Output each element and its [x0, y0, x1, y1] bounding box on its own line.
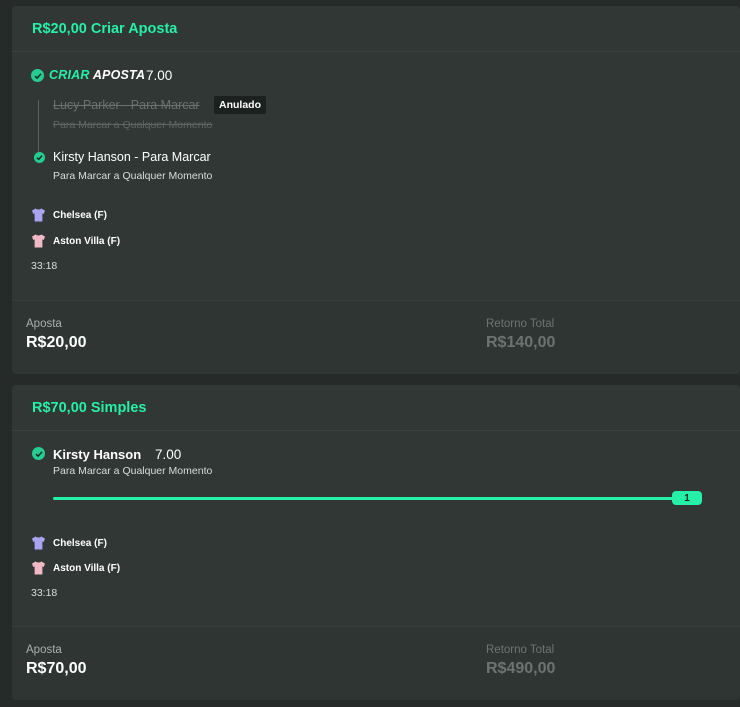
scoring-progress-count: 1: [672, 491, 702, 505]
scoring-progress-bar: [53, 497, 673, 500]
home-team-name: Chelsea (F): [53, 209, 107, 221]
stake-label: Aposta: [26, 318, 62, 330]
bet-card-title: R$20,00 Criar Aposta: [32, 20, 178, 37]
home-team: Chelsea (F): [31, 536, 107, 550]
check-circle-icon: [31, 69, 44, 82]
selection-odds: 7.00: [155, 447, 182, 462]
stake-label: Aposta: [26, 644, 62, 656]
check-circle-icon: [34, 152, 45, 163]
home-team: Chelsea (F): [31, 208, 107, 222]
selection-market: Para Marcar a Qualquer Momento: [53, 170, 213, 182]
bet-card-footer: Aposta R$70,00 Retorno Total R$490,00: [12, 626, 740, 700]
bet-card-title: R$70,00 Simples: [32, 399, 147, 416]
void-status-badge: Anulado: [214, 96, 266, 114]
shirt-icon: [32, 561, 45, 575]
selection-market: Para Marcar a Qualquer Momento: [53, 465, 213, 477]
bet-card-bet-builder[interactable]: R$20,00 Criar Aposta CRIAR APOSTA 7.00 L…: [12, 6, 740, 374]
bet-card-header[interactable]: R$70,00 Simples: [12, 385, 740, 431]
away-team: Aston Villa (F): [31, 561, 120, 575]
return-value: R$140,00: [486, 334, 556, 351]
bet-builder-odds: 7.00: [146, 68, 173, 83]
return-label: Retorno Total: [486, 644, 555, 656]
match-clock: 33:18: [31, 260, 58, 272]
shirt-icon: [32, 234, 45, 248]
bet-card-footer: Aposta R$20,00 Retorno Total R$140,00: [12, 300, 740, 374]
away-team: Aston Villa (F): [31, 234, 120, 248]
selection-connector-line: [38, 100, 39, 152]
selection-name: Kirsty Hanson - Para Marcar: [53, 150, 211, 164]
return-value: R$490,00: [486, 660, 556, 677]
shirt-icon: [32, 208, 45, 222]
home-team-name: Chelsea (F): [53, 537, 107, 549]
away-team-name: Aston Villa (F): [53, 235, 121, 247]
selection-name: Kirsty Hanson: [53, 447, 142, 462]
check-circle-icon: [32, 447, 45, 460]
return-label: Retorno Total: [486, 318, 555, 330]
void-selection-market: Para Marcar a Qualquer Momento: [53, 119, 213, 131]
away-team-name: Aston Villa (F): [53, 562, 121, 574]
bet-builder-logo: CRIAR APOSTA: [49, 68, 146, 82]
bet-card-header[interactable]: R$20,00 Criar Aposta: [12, 6, 740, 52]
match-clock: 33:18: [31, 587, 58, 599]
shirt-icon: [32, 536, 45, 550]
void-selection-name: Lucy Parker - Para Marcar: [53, 98, 200, 112]
stake-value: R$20,00: [26, 334, 87, 351]
stake-value: R$70,00: [26, 660, 87, 677]
bet-card-single[interactable]: R$70,00 Simples Kirsty Hanson 7.00 Para …: [12, 385, 740, 700]
